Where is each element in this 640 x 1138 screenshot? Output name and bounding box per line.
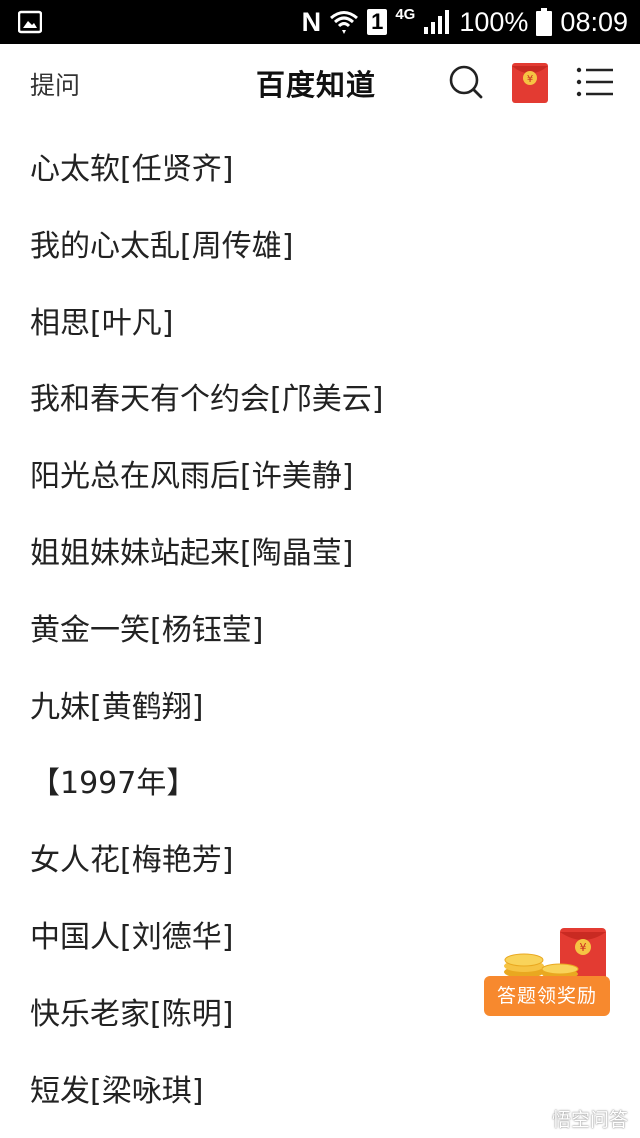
search-icon[interactable] [446, 62, 486, 102]
menu-icon[interactable] [575, 62, 615, 102]
list-item: 女人花[梅艳芳] [30, 843, 234, 879]
year-heading: 【1997年】 [30, 766, 197, 802]
list-item: 短发[梁咏琪] [30, 1073, 204, 1109]
red-packet-button[interactable]: ¥ [512, 63, 548, 103]
list-item: 心太软[任贤齐] [30, 152, 234, 187]
battery-percent: 100% [459, 6, 529, 37]
gallery-notification-icon [18, 10, 42, 34]
app-header: 提问 百度知道 ¥ [0, 44, 640, 120]
red-packet-symbol: ¥ [527, 74, 533, 85]
list-item: 阳光总在风雨后[许美静] [30, 459, 354, 495]
watermark: 悟空问答 [526, 1105, 628, 1132]
list-item: 我的心太乱[周传雄] [30, 228, 294, 264]
list-item: 黄金一笑[杨钰莹] [30, 612, 264, 648]
clock: 08:09 [560, 6, 628, 37]
status-icons: N 1 4G 100% 08:09 [302, 0, 628, 44]
sim-slot-icon: 1 [367, 9, 388, 35]
nfc-icon: N [301, 6, 322, 37]
battery-icon [536, 8, 553, 36]
answer-reward-button[interactable]: 答题领奖励 [484, 976, 610, 1016]
list-item: 我和春天有个约会[邝美云] [30, 382, 384, 418]
wukong-logo-icon [526, 1108, 547, 1129]
signal-icon [424, 10, 450, 34]
list-item: 姐姐妹妹站起来[陶晶莹] [30, 535, 354, 571]
network-type: 4G [395, 5, 416, 23]
status-bar: N 1 4G 100% 08:09 [0, 0, 640, 44]
list-item: 九妹[黄鹤翔] [30, 689, 204, 725]
red-packet-icon: ¥ [512, 63, 548, 103]
wifi-icon [330, 11, 359, 34]
reward-symbol: ¥ [580, 941, 587, 954]
list-item: 相思[叶凡] [30, 305, 174, 341]
coins-red-packet-icon: ¥ [504, 928, 606, 980]
answer-reward-widget[interactable]: ¥ 答题领奖励 [484, 928, 610, 1018]
watermark-text: 悟空问答 [551, 1109, 628, 1131]
